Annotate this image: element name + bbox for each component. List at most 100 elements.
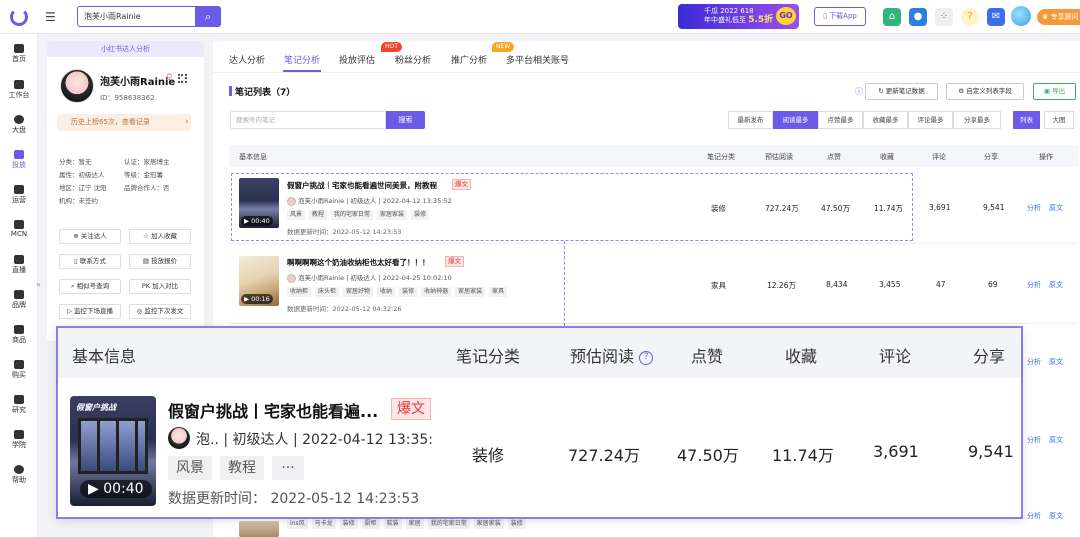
tab-fans-analysis[interactable]: 粉丝分析 (395, 53, 431, 66)
monitor-post-button[interactable]: ◎ 监控下次发文 (129, 304, 191, 319)
new-badge: NEW (492, 42, 515, 52)
custom-fields-button[interactable]: ⚙ 自定义列表字段 (946, 83, 1024, 100)
original-link[interactable]: 原文 (1049, 203, 1063, 213)
zoom-col-reads: 预估阅读 ? (570, 343, 654, 367)
nav-live[interactable]: 直播 (0, 255, 38, 275)
note-tags: 收纳柜 床头柜 家居好物 收纳 装修 收纳神器 家居家装 家具 (287, 287, 511, 297)
nav-product[interactable]: 商品 (0, 325, 38, 345)
monitor-post-label: 监控下次发文 (144, 307, 184, 315)
col-basic-info: 基本信息 (239, 153, 267, 161)
zoom-video-duration: ▶ 00:40 (80, 480, 152, 498)
menu-icon[interactable]: ☰ (45, 9, 61, 25)
tag: 家居家装 (473, 519, 504, 529)
export-button[interactable]: ▣ 导出 (1033, 83, 1076, 100)
original-link[interactable]: 原文 (1049, 511, 1063, 521)
zoom-col-shares: 分享 (973, 347, 1006, 366)
similar-search-button[interactable]: ⌕ 相似号查询 (59, 279, 121, 294)
sort-most-collected[interactable]: 收藏最多 (863, 111, 908, 129)
nav-operation[interactable]: 运营 (0, 185, 38, 205)
nav-academy[interactable]: 学院 (0, 430, 38, 450)
analyze-link[interactable]: 分析 (1027, 203, 1041, 213)
author-name[interactable]: 泡芙小雨Rainie (298, 274, 344, 282)
contact-button[interactable]: ▯ 联系方式 (59, 254, 121, 269)
tag: 床头柜 (315, 287, 340, 297)
tag: 软装 (383, 519, 402, 529)
nav-purchase[interactable]: 购买 (0, 360, 38, 380)
col-reads: 预估阅读 (765, 153, 793, 161)
question-icon[interactable]: ? (639, 350, 654, 365)
refresh-notes-button[interactable]: ↻ 更新笔记数据 (865, 83, 938, 100)
note-title[interactable]: 啊啊啊啊这个奶油收纳柜也太好看了！！！ (287, 257, 430, 268)
nav-home[interactable]: 首页 (0, 44, 38, 64)
sort-latest[interactable]: 最新发布 (728, 111, 773, 129)
info-icon[interactable]: ⓘ (855, 86, 863, 97)
vip-label: 专享顾问 (1050, 13, 1079, 21)
analyze-link[interactable]: 分析 (1027, 435, 1041, 445)
help-icon[interactable]: ? (961, 8, 979, 26)
table-row[interactable]: ▶ 00:16 啊啊啊啊这个奶油收纳柜也太好看了！！！ 爆文 泡芙小雨Raini… (229, 246, 1078, 324)
nav-market[interactable]: 大盘 (0, 115, 38, 135)
zoom-note-thumbnail[interactable]: 假窗户挑战 ▶ 00:40 (70, 396, 156, 506)
sort-most-read[interactable]: 阅读最多 (773, 111, 818, 129)
note-search-button[interactable]: 搜索 (386, 111, 425, 129)
history-rank-link[interactable]: 历史上榜65次，查看记录 › (57, 114, 191, 131)
note-thumbnail[interactable]: ▶ 00:16 (239, 256, 279, 306)
follow-button[interactable]: ⊕ 关注达人 (59, 229, 121, 244)
user-avatar[interactable] (1011, 6, 1031, 26)
tab-promotion-analysis[interactable]: 推广分析 (451, 53, 487, 66)
custom-fields-label: 自定义列表字段 (966, 87, 1012, 95)
search-button[interactable]: ⌕ (195, 6, 221, 27)
more-tags-icon[interactable]: ··· (272, 456, 304, 480)
nav-label: 品牌 (12, 301, 26, 309)
shop-icon[interactable]: ⌂ (883, 8, 901, 26)
sort-most-liked[interactable]: 点赞最多 (818, 111, 863, 129)
tag: 装修 (339, 519, 358, 529)
sort-most-commented[interactable]: 评论最多 (908, 111, 953, 129)
analyze-link[interactable]: 分析 (1027, 357, 1041, 367)
nav-help[interactable]: 帮助 (0, 465, 38, 485)
monitor-live-button[interactable]: ▷ 监控下场直播 (59, 304, 121, 319)
nav-workspace[interactable]: 工作台 (0, 80, 38, 100)
view-list[interactable]: 列表 (1013, 111, 1040, 129)
nav-placement[interactable]: 投放 (0, 150, 38, 170)
zoom-col-reads-label: 预估阅读 (570, 347, 635, 366)
profile-brand-partner: 品牌合作人：否 (124, 184, 170, 192)
zoom-author-name[interactable]: 泡.. (196, 432, 219, 448)
nav-label: 直播 (12, 266, 26, 274)
zoom-note-title[interactable]: 假窗户挑战丨宅家也能看遍... (168, 398, 378, 422)
nav-mcn[interactable]: MCN (0, 220, 38, 238)
compare-button[interactable]: PK 加入对比 (129, 279, 191, 294)
tag: 我的宅家日常 (427, 519, 470, 529)
analyze-link[interactable]: 分析 (1027, 511, 1041, 521)
quote-button[interactable]: ▤ 投放报价 (129, 254, 191, 269)
vip-advisor-button[interactable]: ♛ 专享顾问 (1037, 9, 1080, 25)
mail-icon[interactable]: ✉ (987, 8, 1005, 26)
nav-label: 学院 (12, 441, 26, 449)
graduation-cap-icon (14, 430, 24, 439)
hot-badge: HOT (381, 42, 402, 52)
original-link[interactable]: 原文 (1049, 357, 1063, 367)
analyze-link[interactable]: 分析 (1027, 280, 1041, 290)
expand-icon[interactable]: » (36, 280, 41, 289)
logo-icon[interactable] (10, 8, 28, 26)
tab-multi-platform[interactable]: 多平台相关账号 (506, 53, 569, 66)
zoom-col-comments: 评论 (879, 347, 912, 366)
sort-most-shared[interactable]: 分享最多 (953, 111, 1001, 129)
qr-code-icon[interactable] (178, 74, 187, 83)
nav-brand[interactable]: 品牌 (0, 290, 38, 310)
tab-note-analysis[interactable]: 笔记分析 (284, 53, 320, 66)
original-link[interactable]: 原文 (1049, 280, 1063, 290)
download-app-button[interactable]: ▯ 下载App (814, 7, 866, 26)
user-icon[interactable]: ● (909, 8, 927, 26)
original-link[interactable]: 原文 (1049, 435, 1063, 445)
note-search-input[interactable]: 搜索号内笔记 (230, 111, 386, 129)
note-thumbnail[interactable] (239, 521, 279, 537)
view-grid[interactable]: 大图 (1044, 111, 1074, 129)
apps-icon[interactable]: ⁘ (935, 8, 953, 26)
tab-placement-eval[interactable]: 投放评估 (339, 53, 375, 66)
promo-go-button[interactable]: GO (776, 7, 796, 25)
tab-influencer-analysis[interactable]: 达人分析 (229, 53, 265, 66)
nav-research[interactable]: 研究 (0, 395, 38, 415)
highlight-connector (564, 241, 565, 326)
favorite-button[interactable]: ☆ 加入收藏 (129, 229, 191, 244)
